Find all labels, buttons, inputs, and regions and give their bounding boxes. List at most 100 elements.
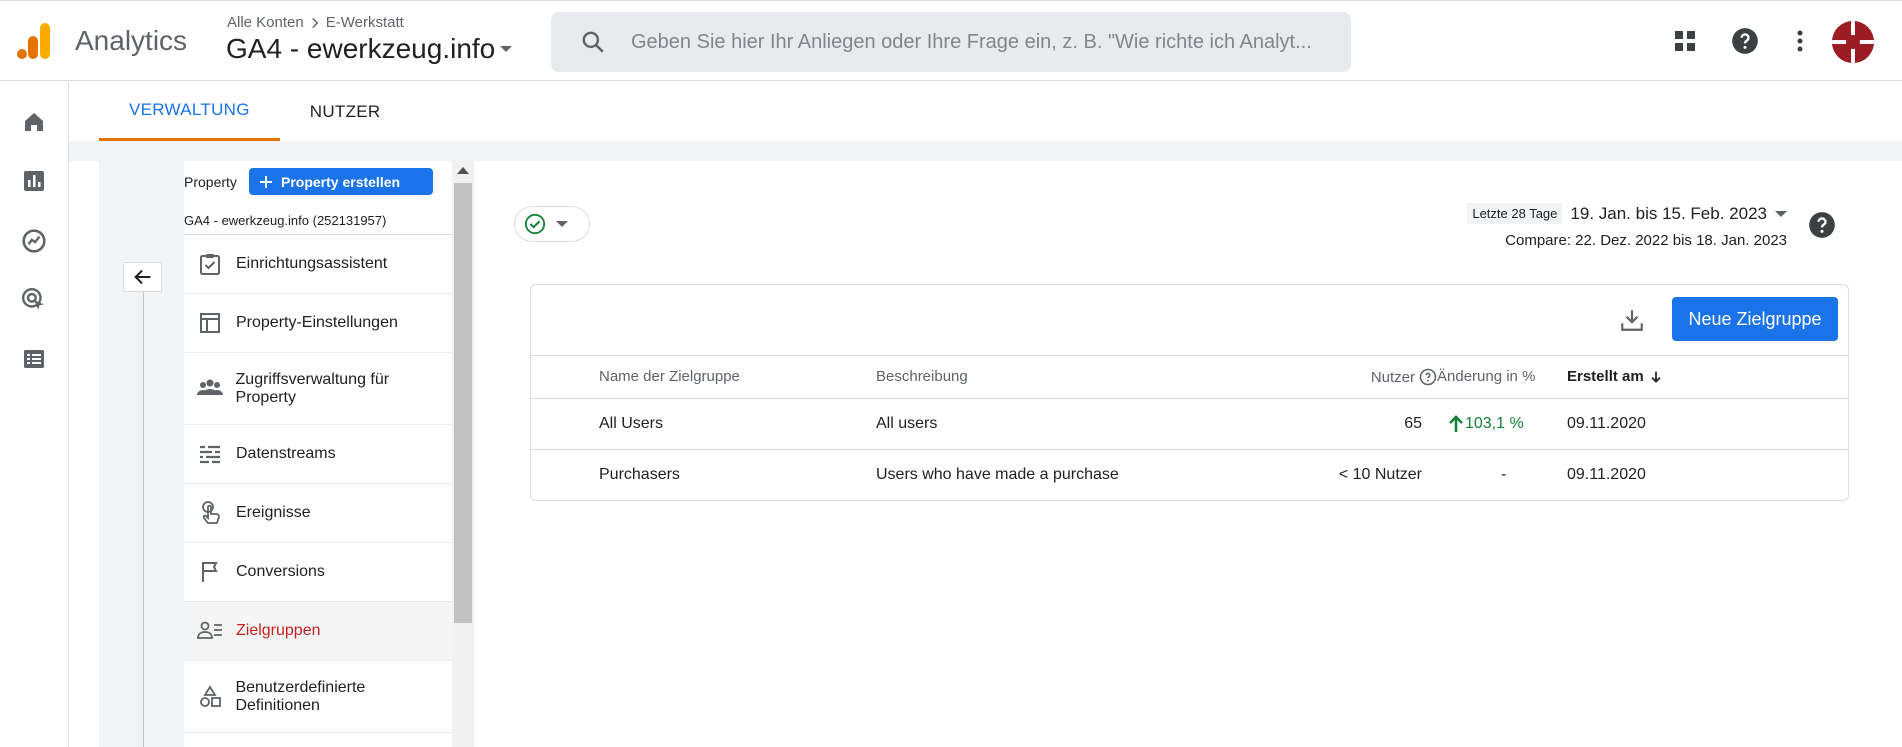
- caret-down-icon: [499, 44, 513, 54]
- property-selector[interactable]: GA4 - ewerkzeug.info: [226, 33, 513, 65]
- property-label: Property: [184, 174, 237, 190]
- nav-item-access-management[interactable]: Zugriffsverwaltung für Property: [184, 353, 452, 425]
- caret-down-icon: [1775, 210, 1787, 218]
- apps-button[interactable]: [1665, 21, 1705, 61]
- reports-icon: [22, 169, 46, 193]
- nav-item-events[interactable]: Ereignisse: [184, 484, 452, 543]
- date-range-text: 19. Jan. bis 15. Feb. 2023: [1570, 203, 1767, 223]
- nav-item-label: Ereignisse: [236, 504, 311, 521]
- row-change: 103,1 %: [1449, 415, 1524, 433]
- table-row[interactable]: Purchasers Users who have made a purchas…: [531, 450, 1848, 501]
- avatar[interactable]: [1832, 21, 1874, 63]
- chevron-right-icon: [308, 16, 322, 30]
- date-range-selector[interactable]: 19. Jan. bis 15. Feb. 2023: [1570, 204, 1787, 224]
- app-name: Analytics: [75, 25, 188, 56]
- top-bar: Analytics Alle Konten E-Werkstatt GA4 - …: [0, 0, 1902, 81]
- home-icon: [22, 110, 46, 134]
- apps-icon: [1673, 29, 1697, 53]
- arrow-down-icon: [1648, 369, 1664, 385]
- plus-icon: [259, 175, 273, 189]
- scroll-thumb[interactable]: [454, 183, 472, 623]
- col-users-header[interactable]: Nutzer: [1371, 368, 1437, 386]
- admin-tabs: VERWALTUNG NUTZER: [99, 82, 411, 141]
- breadcrumb-account[interactable]: E-Werkstatt: [326, 14, 404, 31]
- create-property-button[interactable]: Property erstellen: [249, 168, 433, 195]
- layout-icon: [184, 311, 236, 335]
- search-box[interactable]: [551, 12, 1351, 72]
- nav-item-label: Datenstreams: [236, 445, 336, 462]
- check-circle-icon: [524, 213, 546, 235]
- audience-icon: [184, 620, 236, 642]
- row-description: All users: [876, 415, 938, 432]
- property-title: GA4 - ewerkzeug.info: [226, 33, 496, 64]
- col-change-header[interactable]: Änderung in %: [1437, 368, 1535, 385]
- property-nav: Property Property erstellen GA4 - ewerkz…: [184, 161, 452, 747]
- rail-advertising[interactable]: [19, 285, 49, 315]
- left-rail: [0, 82, 69, 747]
- nav-item-setup-assistant[interactable]: Einrichtungsassistent: [184, 235, 452, 294]
- row-name[interactable]: All Users: [599, 415, 663, 433]
- tab-verwaltung[interactable]: VERWALTUNG: [99, 82, 280, 141]
- nav-item-custom-definitions[interactable]: Benutzerdefinierte Definitionen: [184, 661, 452, 733]
- nav-item-label: Property-Einstellungen: [236, 314, 398, 331]
- rail-explore[interactable]: [19, 226, 49, 256]
- help-icon: [1808, 211, 1836, 239]
- help-button[interactable]: [1725, 21, 1765, 61]
- nav-item-label: Zugriffsverwaltung für Property: [235, 370, 390, 406]
- more-button[interactable]: [1780, 21, 1820, 61]
- nav-item-label: Benutzerdefinierte Definitionen: [235, 678, 366, 714]
- create-property-label: Property erstellen: [281, 173, 401, 190]
- arrow-back-icon: [132, 266, 154, 288]
- rail-home[interactable]: [19, 107, 49, 137]
- row-users: < 10 Nutzer: [1338, 466, 1422, 483]
- compare-range: Compare: 22. Dez. 2022 bis 18. Jan. 2023: [1505, 232, 1787, 249]
- search-input[interactable]: [631, 12, 1331, 72]
- explore-icon: [21, 228, 47, 254]
- rail-configure[interactable]: [19, 344, 49, 374]
- nav-item-data-streams[interactable]: Datenstreams: [184, 425, 452, 484]
- audiences-card: Neue Zielgruppe Name der Zielgruppe Besc…: [530, 284, 1849, 501]
- period-chip: Letzte 28 Tage: [1467, 203, 1563, 224]
- rail-reports[interactable]: [19, 166, 49, 196]
- comparison-filter-button[interactable]: [514, 206, 590, 242]
- advertising-icon: [21, 287, 47, 313]
- analytics-logo[interactable]: [17, 23, 51, 59]
- col-users-label: Nutzer: [1370, 368, 1415, 386]
- shapes-icon: [184, 684, 235, 709]
- col-created-header[interactable]: Erstellt am: [1567, 368, 1664, 385]
- nav-item-property-settings[interactable]: Property-Einstellungen: [184, 294, 452, 353]
- property-name: GA4 - ewerkzeug.info (252131957): [184, 213, 387, 228]
- row-change-value: 103,1 %: [1465, 415, 1524, 432]
- tree-line: [143, 292, 144, 747]
- people-icon: [184, 378, 236, 400]
- nav-item-conversions[interactable]: Conversions: [184, 543, 452, 602]
- touch-icon: [184, 500, 236, 526]
- back-button[interactable]: [123, 262, 162, 292]
- nav-item-label: Einrichtungsassistent: [236, 255, 388, 272]
- tab-nutzer[interactable]: NUTZER: [280, 82, 411, 141]
- date-range-picker: Letzte 28 Tage 19. Jan. bis 15. Feb. 202…: [1467, 203, 1787, 249]
- row-name[interactable]: Purchasers: [599, 466, 680, 484]
- arrow-up-icon: [1449, 415, 1463, 433]
- col-name-header[interactable]: Name der Zielgruppe: [599, 368, 740, 385]
- table-row[interactable]: All Users All users 65 103,1 % 09.11.202…: [531, 399, 1848, 450]
- row-created: 09.11.2020: [1567, 466, 1646, 483]
- nav-scrollbar[interactable]: [452, 161, 474, 747]
- scroll-up-arrow[interactable]: [457, 167, 469, 174]
- help-outline-icon[interactable]: [1419, 368, 1437, 386]
- page-help-button[interactable]: [1808, 211, 1836, 239]
- download-icon: [1619, 307, 1645, 333]
- breadcrumb-root[interactable]: Alle Konten: [227, 14, 304, 31]
- more-vert-icon: [1796, 29, 1804, 53]
- download-button[interactable]: [1619, 307, 1645, 333]
- checklist-icon: [184, 252, 236, 276]
- breadcrumb: Alle Konten E-Werkstatt: [227, 14, 404, 31]
- new-audience-button[interactable]: Neue Zielgruppe: [1672, 297, 1838, 341]
- row-users: 65: [1404, 415, 1422, 432]
- search-icon: [580, 29, 606, 55]
- caret-down-icon: [556, 220, 568, 228]
- row-change: -: [1501, 466, 1507, 483]
- col-description-header[interactable]: Beschreibung: [876, 368, 968, 385]
- nav-item-audiences[interactable]: Zielgruppen: [184, 602, 452, 661]
- help-icon: [1731, 27, 1759, 55]
